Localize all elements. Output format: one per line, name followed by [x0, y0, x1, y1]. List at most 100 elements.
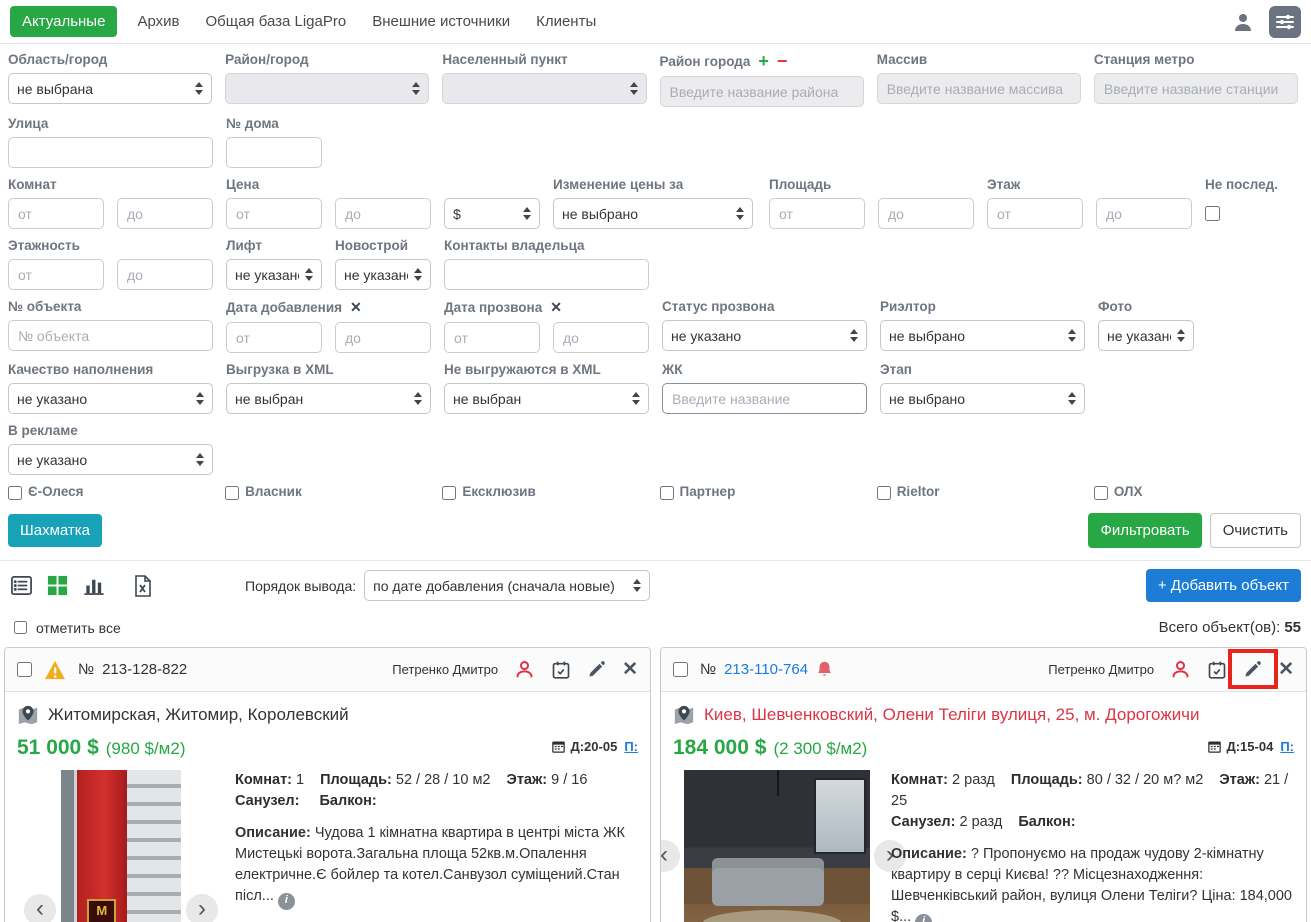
select-all-checkbox[interactable]	[14, 621, 27, 634]
chart-view-icon[interactable]	[82, 574, 106, 597]
complex-input[interactable]	[662, 383, 867, 414]
floor-from-input[interactable]	[987, 198, 1083, 229]
user-icon[interactable]	[1231, 10, 1255, 34]
xml-export-label: Выгрузка в XML	[226, 362, 431, 377]
date-added-clear-icon[interactable]: ✕	[350, 299, 362, 316]
quality-label: Качество наполнения	[8, 362, 213, 377]
card1-rooms: 1	[296, 772, 304, 788]
add-object-button[interactable]: + Добавить объект	[1146, 569, 1301, 602]
card2-number[interactable]: 213-110-764	[724, 661, 808, 678]
tab-actual[interactable]: Актуальные	[10, 6, 117, 37]
excel-export-icon[interactable]	[133, 574, 153, 598]
date-added-from-input[interactable]	[226, 322, 322, 353]
advertised-select[interactable]: не указано	[8, 444, 213, 475]
object-id-label: № объекта	[8, 299, 213, 314]
object-id-input[interactable]	[8, 320, 213, 351]
date-called-from-input[interactable]	[444, 322, 540, 353]
card2-edit-pencil-icon[interactable]	[1243, 660, 1262, 679]
floor-to-input[interactable]	[1096, 198, 1192, 229]
area-from-input[interactable]	[769, 198, 865, 229]
card1-rooms-label: Комнат:	[235, 772, 292, 788]
currency-select[interactable]: $	[444, 198, 540, 229]
card1-checkbox[interactable]	[17, 662, 32, 677]
chess-view-button[interactable]: Шахматка	[8, 514, 102, 547]
checkbox-olx[interactable]	[1094, 486, 1108, 500]
card2-address[interactable]: Киев, Шевченковский, Олени Теліги вулиця…	[704, 705, 1200, 725]
quality-select[interactable]: не указано	[8, 383, 213, 414]
card2-close-icon[interactable]: ✕	[1278, 660, 1294, 679]
card1-p-link[interactable]: П:	[624, 739, 638, 754]
checkbox-exclusive[interactable]	[442, 486, 456, 500]
price-change-select[interactable]: не выбрано	[553, 198, 753, 229]
card1-photo[interactable]	[61, 770, 181, 922]
xml-not-export-select[interactable]: не выбран	[444, 383, 649, 414]
realtor-select[interactable]: не выбрано	[880, 320, 1085, 351]
district-select[interactable]	[225, 73, 429, 104]
total-count: 55	[1284, 619, 1301, 636]
checkbox-e-olesya[interactable]	[8, 486, 22, 500]
card2-calendar-check-icon[interactable]	[1207, 659, 1227, 680]
card1-prev-photo-arrow[interactable]: ‹	[24, 894, 56, 922]
card2-floor-label: Этаж:	[1219, 772, 1260, 788]
owner-contacts-input[interactable]	[444, 259, 649, 290]
price-from-input[interactable]	[226, 198, 322, 229]
street-input[interactable]	[8, 137, 213, 168]
checkbox-exclusive-label: Ексклюзив	[462, 484, 535, 499]
card1-next-photo-arrow[interactable]: ›	[186, 894, 218, 922]
rooms-to-input[interactable]	[117, 198, 213, 229]
settlement-select[interactable]	[442, 73, 646, 104]
date-called-to-input[interactable]	[553, 322, 649, 353]
call-status-select[interactable]: не указано	[662, 320, 867, 351]
elevator-select[interactable]: не указано	[226, 259, 322, 290]
tab-clients[interactable]: Клиенты	[536, 13, 596, 30]
date-added-to-input[interactable]	[335, 322, 431, 353]
floors-total-from-input[interactable]	[8, 259, 104, 290]
checkbox-vlasnik[interactable]	[225, 486, 239, 500]
not-last-checkbox[interactable]	[1205, 206, 1220, 221]
card2-prev-photo-arrow[interactable]: ‹	[660, 840, 680, 872]
new-building-select[interactable]: не указано	[335, 259, 431, 290]
order-select[interactable]: по дате добавления (сначала новые)	[364, 570, 650, 601]
filter-sliders-button[interactable]	[1269, 6, 1301, 38]
checkbox-rieltor[interactable]	[877, 486, 891, 500]
grid-view-icon[interactable]	[46, 574, 69, 597]
region-select[interactable]: не выбрана	[8, 73, 212, 104]
card2-agent-icon[interactable]	[1170, 659, 1191, 680]
card2-photo[interactable]	[684, 770, 870, 922]
add-city-district-icon[interactable]: +	[758, 52, 769, 70]
card2-p-link[interactable]: П:	[1280, 739, 1294, 754]
stage-select[interactable]: не выбрано	[880, 383, 1085, 414]
sliders-icon	[1275, 13, 1295, 31]
price-change-label: Изменение цены за	[553, 177, 753, 192]
remove-city-district-icon[interactable]: −	[777, 52, 788, 70]
floors-total-to-input[interactable]	[117, 259, 213, 290]
rooms-from-input[interactable]	[8, 198, 104, 229]
call-status-label: Статус прозвона	[662, 299, 867, 314]
card1-calendar-check-icon[interactable]	[551, 659, 571, 680]
card1-close-icon[interactable]: ✕	[622, 660, 638, 679]
calendar-icon	[551, 739, 566, 754]
tab-external-sources[interactable]: Внешние источники	[372, 13, 510, 30]
list-view-icon[interactable]	[10, 574, 33, 597]
house-number-input[interactable]	[226, 137, 322, 168]
tab-ligapro-base[interactable]: Общая база LigaPro	[205, 13, 346, 30]
card2-checkbox[interactable]	[673, 662, 688, 677]
tab-archive[interactable]: Архив	[137, 13, 179, 30]
card2-info-icon[interactable]: i	[915, 914, 932, 922]
checkbox-partner[interactable]	[660, 486, 674, 500]
filter-button[interactable]: Фильтровать	[1088, 513, 1201, 548]
city-district-input[interactable]	[660, 76, 864, 107]
xml-export-select[interactable]: не выбран	[226, 383, 431, 414]
card1-agent-icon[interactable]	[514, 659, 535, 680]
checkbox-partner-label: Партнер	[680, 484, 736, 499]
metro-input[interactable]	[1094, 73, 1298, 104]
price-to-input[interactable]	[335, 198, 431, 229]
photo-filter-select[interactable]: не указано	[1098, 320, 1194, 351]
area-to-input[interactable]	[878, 198, 974, 229]
card1-address[interactable]: Житомирская, Житомир, Королевский	[48, 705, 349, 725]
massif-input[interactable]	[877, 73, 1081, 104]
clear-button[interactable]: Очистить	[1210, 513, 1301, 548]
card1-info-icon[interactable]: i	[278, 893, 295, 910]
date-called-clear-icon[interactable]: ✕	[550, 299, 562, 316]
card1-edit-pencil-icon[interactable]	[587, 660, 606, 679]
